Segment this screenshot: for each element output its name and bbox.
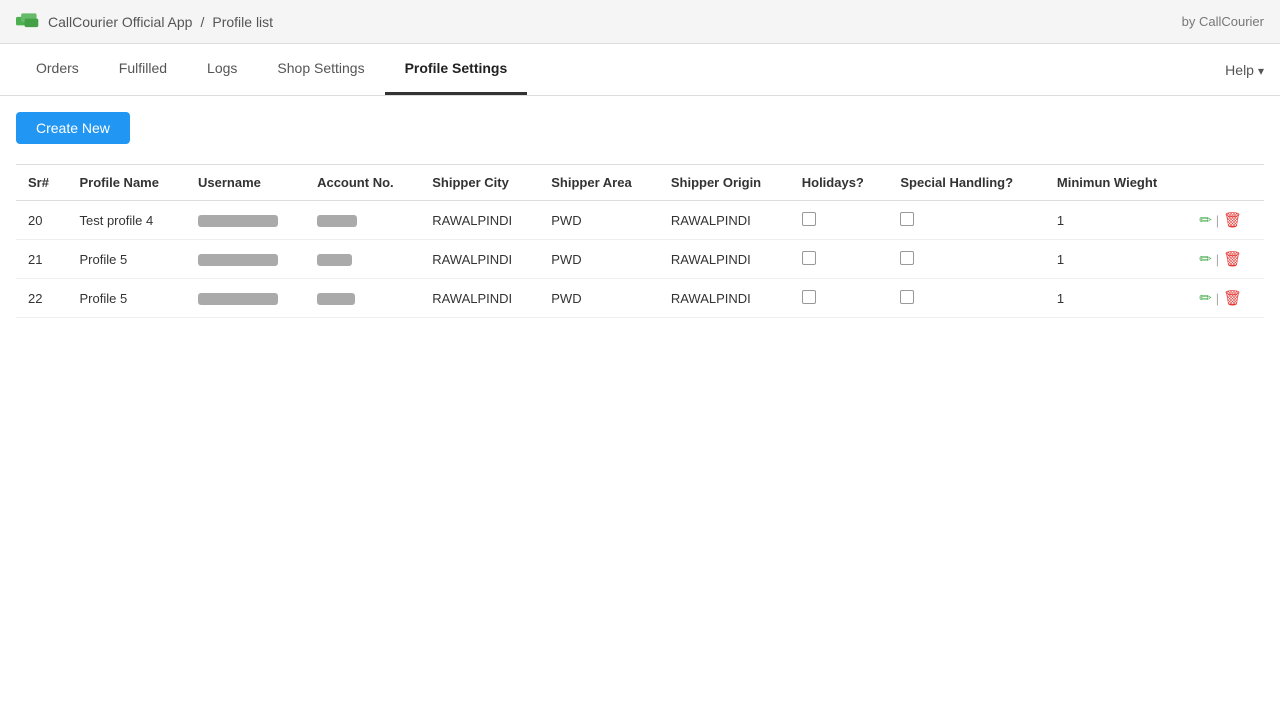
cell-profile-name: Profile 5 xyxy=(67,279,186,318)
by-label: by CallCourier xyxy=(1182,14,1264,29)
special-handling-checkbox[interactable] xyxy=(900,212,914,226)
account-blurred xyxy=(317,254,352,266)
cell-profile-name: Test profile 4 xyxy=(67,201,186,240)
tab-profile-settings[interactable]: Profile Settings xyxy=(385,44,528,95)
cell-shipper-city: RAWALPINDI xyxy=(420,201,539,240)
main-content: Create New Sr# Profile Name Username Acc… xyxy=(0,96,1280,334)
page-title: Profile list xyxy=(212,14,273,30)
cell-actions: ✏ | 🗑 xyxy=(1187,279,1264,318)
cell-min-weight: 1 xyxy=(1045,201,1187,240)
separator: | xyxy=(1216,291,1219,306)
cell-shipper-area: PWD xyxy=(539,201,659,240)
col-account-no: Account No. xyxy=(305,165,420,201)
tab-orders[interactable]: Orders xyxy=(16,44,99,95)
table-header-row: Sr# Profile Name Username Account No. Sh… xyxy=(16,165,1264,201)
col-holidays: Holidays? xyxy=(790,165,889,201)
holidays-checkbox[interactable] xyxy=(802,290,816,304)
col-shipper-city: Shipper City xyxy=(420,165,539,201)
separator: | xyxy=(1216,213,1219,228)
cell-shipper-origin: RAWALPINDI xyxy=(659,279,790,318)
cell-account-no xyxy=(305,240,420,279)
cell-account-no xyxy=(305,201,420,240)
delete-icon[interactable]: 🗑 xyxy=(1223,289,1242,307)
special-handling-checkbox[interactable] xyxy=(900,251,914,265)
cell-shipper-city: RAWALPINDI xyxy=(420,279,539,318)
delete-icon[interactable]: 🗑 xyxy=(1223,211,1242,229)
cell-sr: 21 xyxy=(16,240,67,279)
col-shipper-area: Shipper Area xyxy=(539,165,659,201)
edit-icon[interactable]: ✏ xyxy=(1199,211,1212,229)
cell-sr: 22 xyxy=(16,279,67,318)
cell-shipper-origin: RAWALPINDI xyxy=(659,240,790,279)
col-actions xyxy=(1187,165,1264,201)
col-sr: Sr# xyxy=(16,165,67,201)
cell-account-no xyxy=(305,279,420,318)
edit-icon[interactable]: ✏ xyxy=(1199,250,1212,268)
cell-username xyxy=(186,240,305,279)
cell-username xyxy=(186,279,305,318)
profiles-table: Sr# Profile Name Username Account No. Sh… xyxy=(16,164,1264,318)
app-logo-icon xyxy=(16,13,40,31)
username-blurred xyxy=(198,215,278,227)
col-special-handling: Special Handling? xyxy=(888,165,1045,201)
cell-actions: ✏ | 🗑 xyxy=(1187,240,1264,279)
app-identity: CallCourier Official App / Profile list xyxy=(16,13,273,31)
tab-logs[interactable]: Logs xyxy=(187,44,257,95)
col-min-weight: Minimun Wieght xyxy=(1045,165,1187,201)
cell-actions: ✏ | 🗑 xyxy=(1187,201,1264,240)
action-buttons: ✏ | 🗑 xyxy=(1199,289,1252,307)
username-blurred xyxy=(198,254,278,266)
cell-shipper-area: PWD xyxy=(539,279,659,318)
edit-icon[interactable]: ✏ xyxy=(1199,289,1212,307)
holidays-checkbox[interactable] xyxy=(802,251,816,265)
col-shipper-origin: Shipper Origin xyxy=(659,165,790,201)
chevron-down-icon xyxy=(1258,62,1264,78)
account-blurred xyxy=(317,215,357,227)
cell-profile-name: Profile 5 xyxy=(67,240,186,279)
cell-min-weight: 1 xyxy=(1045,240,1187,279)
cell-holidays xyxy=(790,279,889,318)
nav-tabs: Orders Fulfilled Logs Shop Settings Prof… xyxy=(16,44,527,95)
col-profile-name: Profile Name xyxy=(67,165,186,201)
tab-shop-settings[interactable]: Shop Settings xyxy=(257,44,384,95)
cell-username xyxy=(186,201,305,240)
top-bar: CallCourier Official App / Profile list … xyxy=(0,0,1280,44)
cell-special-handling xyxy=(888,201,1045,240)
cell-holidays xyxy=(790,240,889,279)
action-buttons: ✏ | 🗑 xyxy=(1199,211,1252,229)
holidays-checkbox[interactable] xyxy=(802,212,816,226)
separator: | xyxy=(1216,252,1219,267)
create-new-button[interactable]: Create New xyxy=(16,112,130,144)
action-buttons: ✏ | 🗑 xyxy=(1199,250,1252,268)
table-row: 22 Profile 5 RAWALPINDI PWD RAWALPINDI 1… xyxy=(16,279,1264,318)
cell-shipper-city: RAWALPINDI xyxy=(420,240,539,279)
nav-bar: Orders Fulfilled Logs Shop Settings Prof… xyxy=(0,44,1280,96)
special-handling-checkbox[interactable] xyxy=(900,290,914,304)
cell-shipper-area: PWD xyxy=(539,240,659,279)
table-row: 20 Test profile 4 RAWALPINDI PWD RAWALPI… xyxy=(16,201,1264,240)
tab-fulfilled[interactable]: Fulfilled xyxy=(99,44,187,95)
cell-special-handling xyxy=(888,279,1045,318)
col-username: Username xyxy=(186,165,305,201)
app-name: CallCourier Official App xyxy=(48,14,192,30)
help-label: Help xyxy=(1225,62,1254,78)
cell-shipper-origin: RAWALPINDI xyxy=(659,201,790,240)
account-blurred xyxy=(317,293,355,305)
delete-icon[interactable]: 🗑 xyxy=(1223,250,1242,268)
username-blurred xyxy=(198,293,278,305)
cell-holidays xyxy=(790,201,889,240)
table-row: 21 Profile 5 RAWALPINDI PWD RAWALPINDI 1… xyxy=(16,240,1264,279)
cell-sr: 20 xyxy=(16,201,67,240)
breadcrumb-separator: / xyxy=(200,14,204,30)
help-menu[interactable]: Help xyxy=(1225,62,1264,78)
cell-min-weight: 1 xyxy=(1045,279,1187,318)
cell-special-handling xyxy=(888,240,1045,279)
